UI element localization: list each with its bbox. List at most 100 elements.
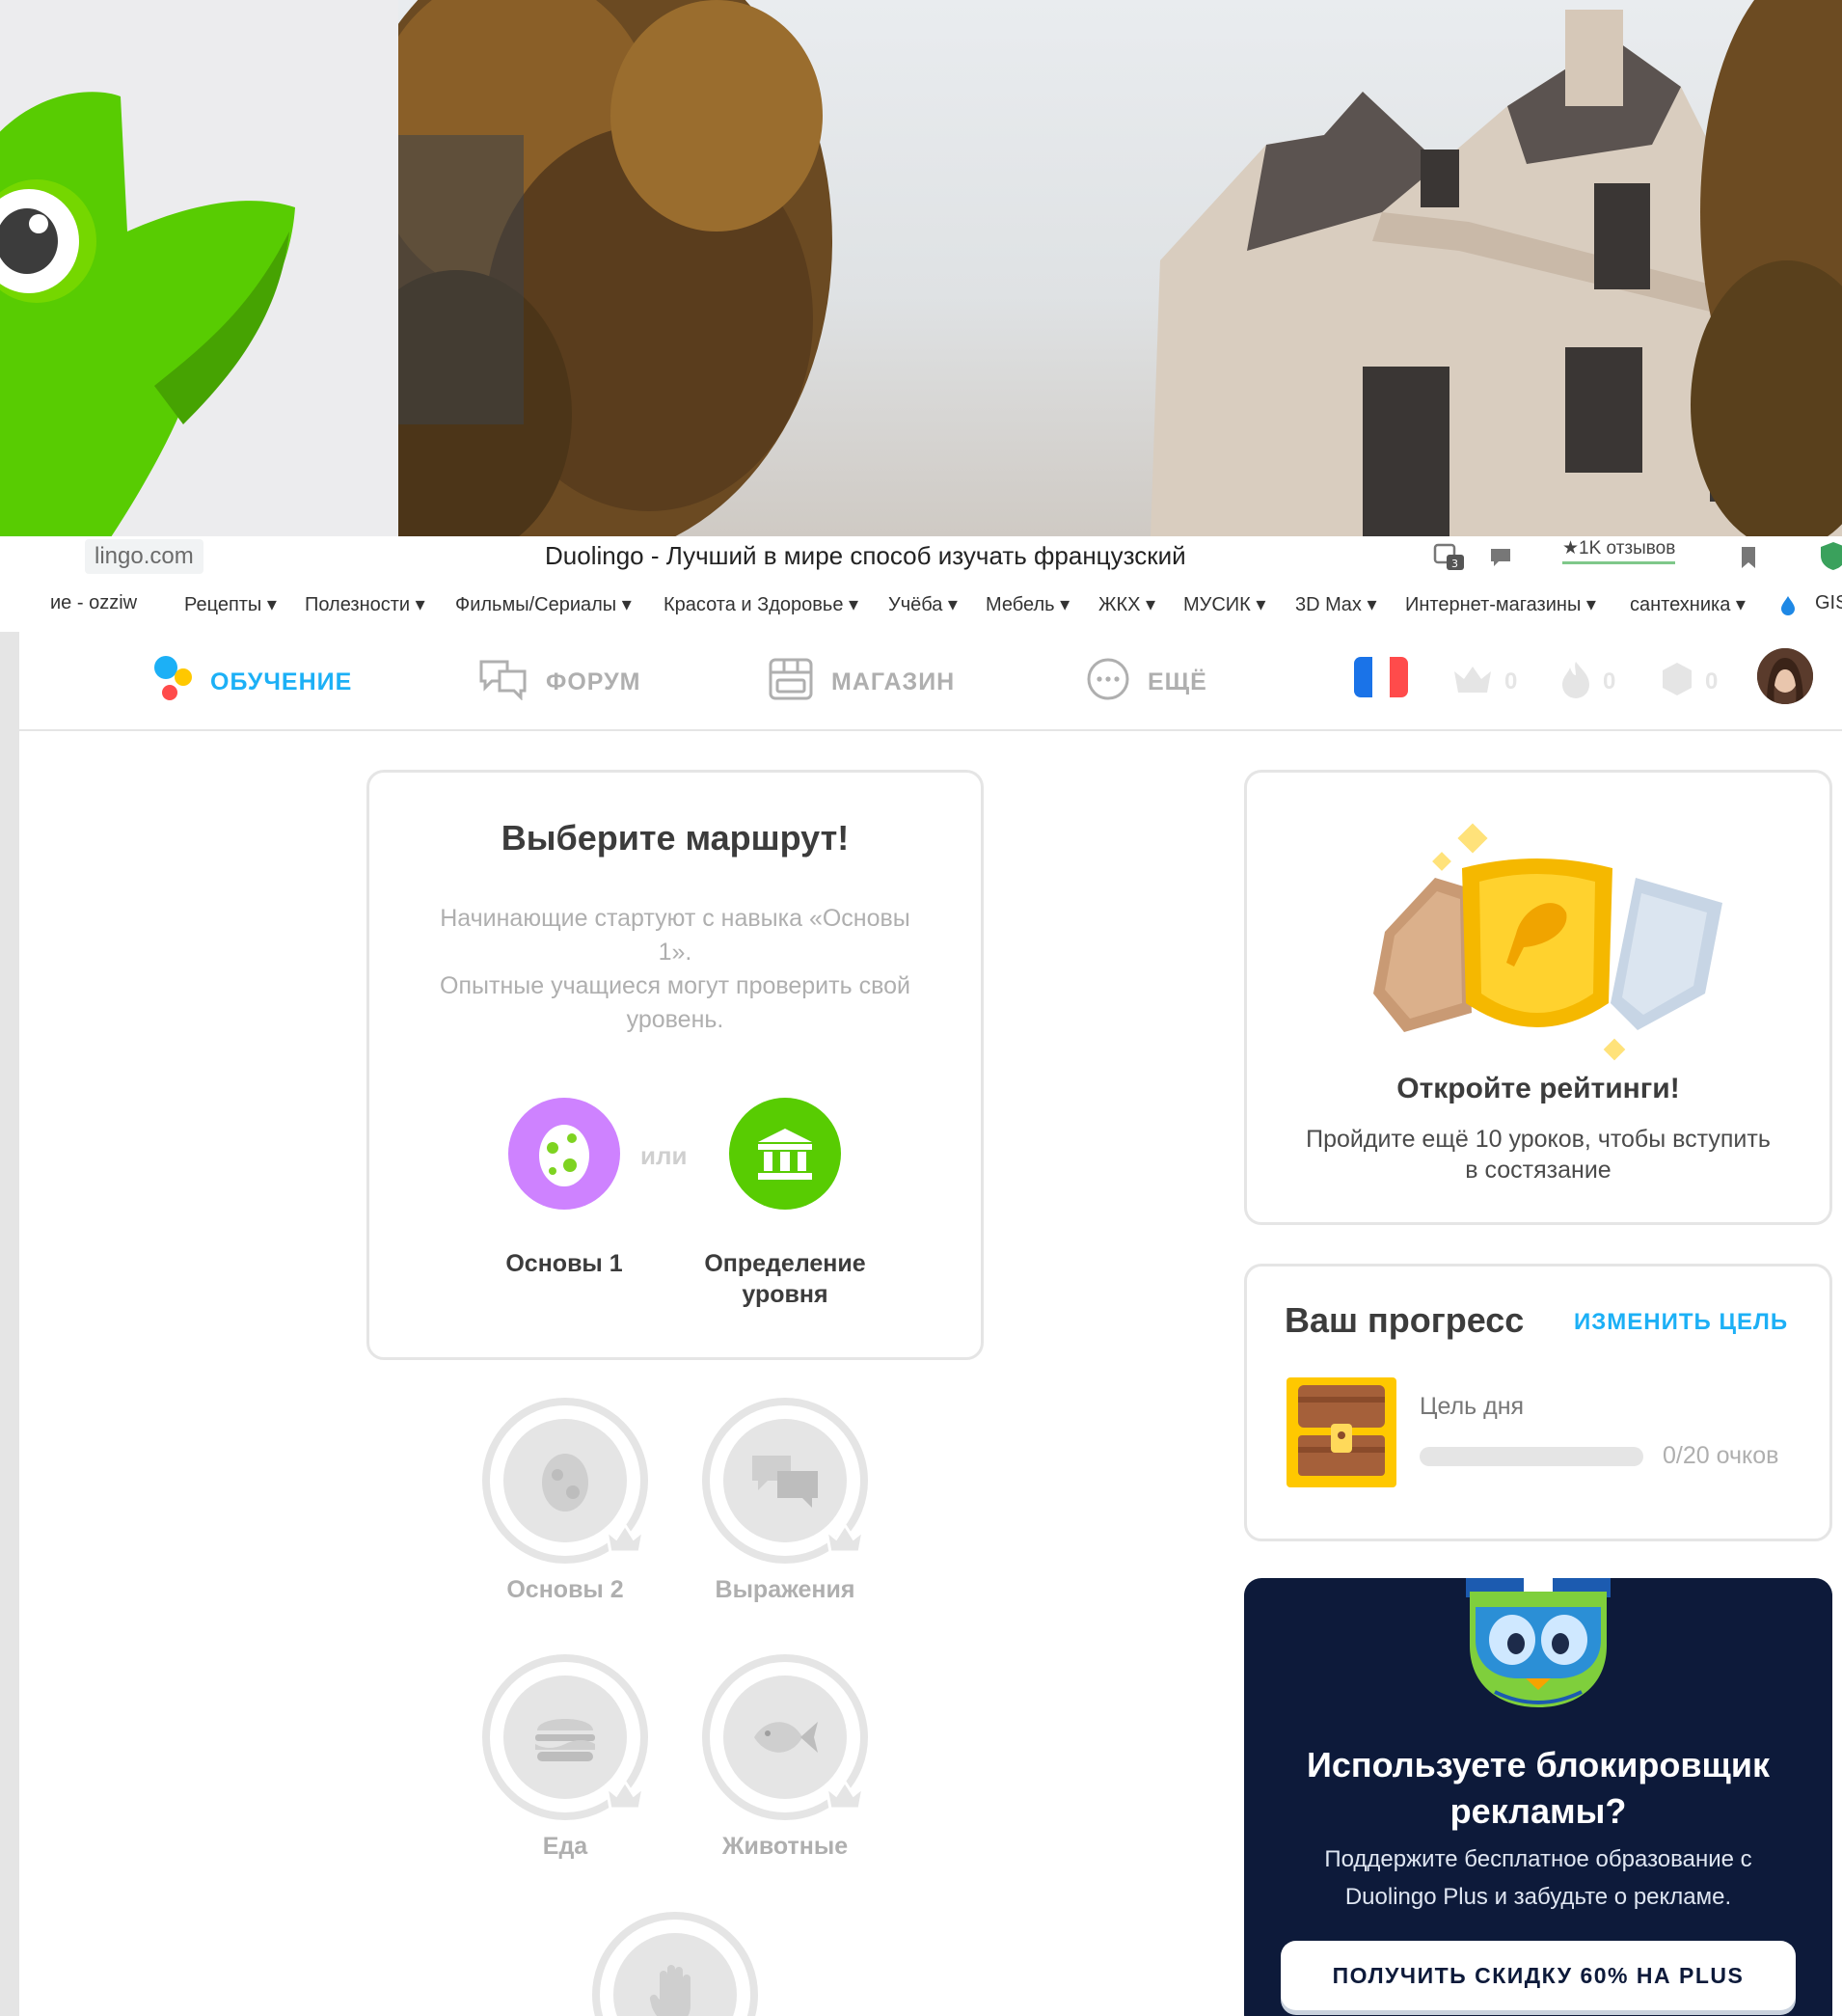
bookmark-item[interactable]: Рецепты ▾ — [184, 592, 277, 616]
nav-more[interactable]: ЕЩЁ — [1086, 658, 1207, 704]
daily-goal-label: Цель дня — [1420, 1393, 1525, 1420]
basics-1-label: Основы 1 — [505, 1250, 623, 1277]
crowns-count: 0 — [1504, 668, 1518, 695]
bookmark-item[interactable]: Фильмы/Сериалы ▾ — [455, 592, 632, 616]
nav-forum[interactable]: ФОРУМ — [478, 660, 641, 704]
skill-phrases-label: Выражения — [715, 1576, 855, 1603]
streak-counter[interactable]: 0 — [1560, 660, 1615, 704]
reviews-badge[interactable]: ★1K отзывов — [1562, 537, 1676, 564]
gem-icon — [1661, 661, 1693, 704]
leaderboard-desc-line: Пройдите ещё 10 уроков, чтобы вступить — [1306, 1126, 1771, 1153]
crown-icon — [604, 1521, 646, 1558]
nav-shop-label: МАГАЗИН — [831, 667, 956, 695]
bookmark-item[interactable]: Полезности ▾ — [305, 592, 425, 616]
streak-count: 0 — [1603, 668, 1616, 695]
league-shields-icon — [1373, 823, 1722, 1061]
get-plus-discount-button[interactable]: ПОЛУЧИТЬ СКИДКУ 60% НА PLUS — [1281, 1941, 1796, 2010]
daily-goal-progress-bar — [1420, 1447, 1643, 1466]
skill-food[interactable] — [482, 1654, 648, 1820]
house-photo — [398, 0, 1842, 536]
skill-food-label: Еда — [542, 1833, 588, 1860]
placement-line: уровня — [742, 1281, 828, 1308]
svg-text:3: 3 — [1451, 558, 1458, 570]
bookmark-item[interactable]: ЖКХ ▾ — [1098, 592, 1155, 616]
crown-icon — [824, 1778, 866, 1814]
basics-1-button[interactable] — [508, 1098, 620, 1210]
skill-basics-2[interactable] — [482, 1398, 648, 1564]
leaderboard-title: Откройте рейтинги! — [1396, 1073, 1680, 1104]
chat-icon[interactable] — [1489, 547, 1512, 572]
desc-line: 1». — [658, 939, 692, 966]
placement-test-label: Определение уровня — [675, 1248, 895, 1310]
adblock-desc-line: Поддержите бесплатное образование с — [1324, 1846, 1752, 1872]
crown-icon — [824, 1521, 866, 1558]
adblock-desc-line: Duolingo Plus и забудьте о рекламе. — [1344, 1884, 1732, 1910]
speech-bubbles-icon — [752, 1456, 818, 1508]
placement-test-button[interactable] — [729, 1098, 841, 1210]
skill-next-badge — [613, 1933, 737, 2016]
nav-learn-label: ОБУЧЕНИЕ — [210, 667, 353, 695]
desc-line: Начинающие стартуют с навыка «Основы — [440, 905, 910, 932]
more-icon — [1086, 657, 1130, 708]
adblock-title-line: рекламы? — [1449, 1791, 1627, 1831]
fish-icon — [754, 1722, 818, 1753]
choose-path-description: Начинающие стартуют с навыка «Основы 1».… — [405, 902, 945, 1037]
screenshot-root: lingo.com Duolingo - Лучший в мире спосо… — [0, 0, 1842, 2016]
adblock-description: Поддержите бесплатное образование с Duol… — [1273, 1840, 1803, 1916]
bookmark-item[interactable]: ие - ozziw — [50, 592, 137, 614]
change-goal-link[interactable]: ИЗМЕНИТЬ ЦЕЛЬ — [1574, 1309, 1788, 1336]
adblock-title: Используете блокировщик рекламы? — [1254, 1742, 1823, 1835]
bookmark-icon[interactable] — [1739, 545, 1758, 574]
droplet-icon — [1779, 595, 1797, 620]
bookmark-item[interactable]: 3D Max ▾ — [1295, 592, 1377, 616]
top-collage — [0, 0, 1842, 536]
bookmark-item[interactable]: Учёба ▾ — [888, 592, 958, 616]
bookmark-item[interactable]: Красота и Здоровье ▾ — [664, 592, 858, 616]
bookmark-item[interactable]: Мебель ▾ — [986, 592, 1070, 616]
desc-line: Опытные учащиеся могут проверить свой — [440, 972, 910, 999]
burger-icon — [535, 1719, 595, 1761]
bookmark-item[interactable]: GIS — [1815, 592, 1842, 614]
nav-learn[interactable]: ОБУЧЕНИЕ — [150, 655, 353, 704]
egg-icon — [542, 1454, 588, 1512]
placement-line: Определение — [704, 1250, 866, 1277]
institution-icon — [758, 1129, 812, 1180]
gems-counter[interactable]: 0 — [1661, 660, 1718, 704]
skill-animals-label: Животные — [721, 1833, 849, 1860]
skill-basics-2-label: Основы 2 — [506, 1576, 624, 1603]
forum-icon — [478, 658, 528, 707]
crown-icon — [604, 1778, 646, 1814]
nav-more-label: ЕЩЁ — [1148, 667, 1207, 695]
gems-count: 0 — [1705, 668, 1719, 695]
duo-owl-goggles-icon — [1466, 1578, 1611, 1707]
nav-forum-label: ФОРУМ — [546, 667, 641, 695]
page-title: Duolingo - Лучший в мире способ изучать … — [545, 541, 1186, 570]
shield-extension-icon[interactable] — [1819, 540, 1842, 575]
skill-phrases[interactable] — [702, 1398, 868, 1564]
crown-icon — [1452, 664, 1493, 701]
mascot-panel — [0, 0, 398, 536]
url-field[interactable]: lingo.com — [85, 539, 203, 574]
skill-animals[interactable] — [702, 1654, 868, 1820]
nav-shop[interactable]: МАГАЗИН — [768, 658, 956, 704]
hand-icon — [649, 1965, 691, 2016]
bookmark-item[interactable]: МУСИК ▾ — [1183, 592, 1265, 616]
adblock-title-line: Используете блокировщик — [1307, 1745, 1770, 1784]
avatar[interactable] — [1757, 648, 1813, 704]
choose-path-title: Выберите маршрут! — [501, 818, 850, 858]
flame-icon — [1560, 660, 1591, 705]
french-flag-icon[interactable] — [1354, 657, 1408, 701]
egg-icon — [539, 1125, 589, 1186]
crowns-counter[interactable]: 0 — [1452, 660, 1517, 704]
duo-owl-mascot — [0, 92, 295, 536]
bookmark-item[interactable]: сантехника ▾ — [1630, 592, 1746, 616]
desc-line: уровень. — [626, 1006, 724, 1033]
learn-icon — [150, 654, 193, 711]
leaderboard-desc-line: в состязание — [1465, 1157, 1612, 1184]
treasure-chest-icon — [1287, 1377, 1396, 1487]
daily-goal-value: 0/20 очков — [1663, 1442, 1779, 1469]
translate-icon[interactable]: 3 — [1433, 543, 1466, 576]
bookmark-item[interactable]: Интернет-магазины ▾ — [1405, 592, 1596, 616]
shop-icon — [768, 657, 814, 708]
or-separator: или — [640, 1141, 688, 1170]
